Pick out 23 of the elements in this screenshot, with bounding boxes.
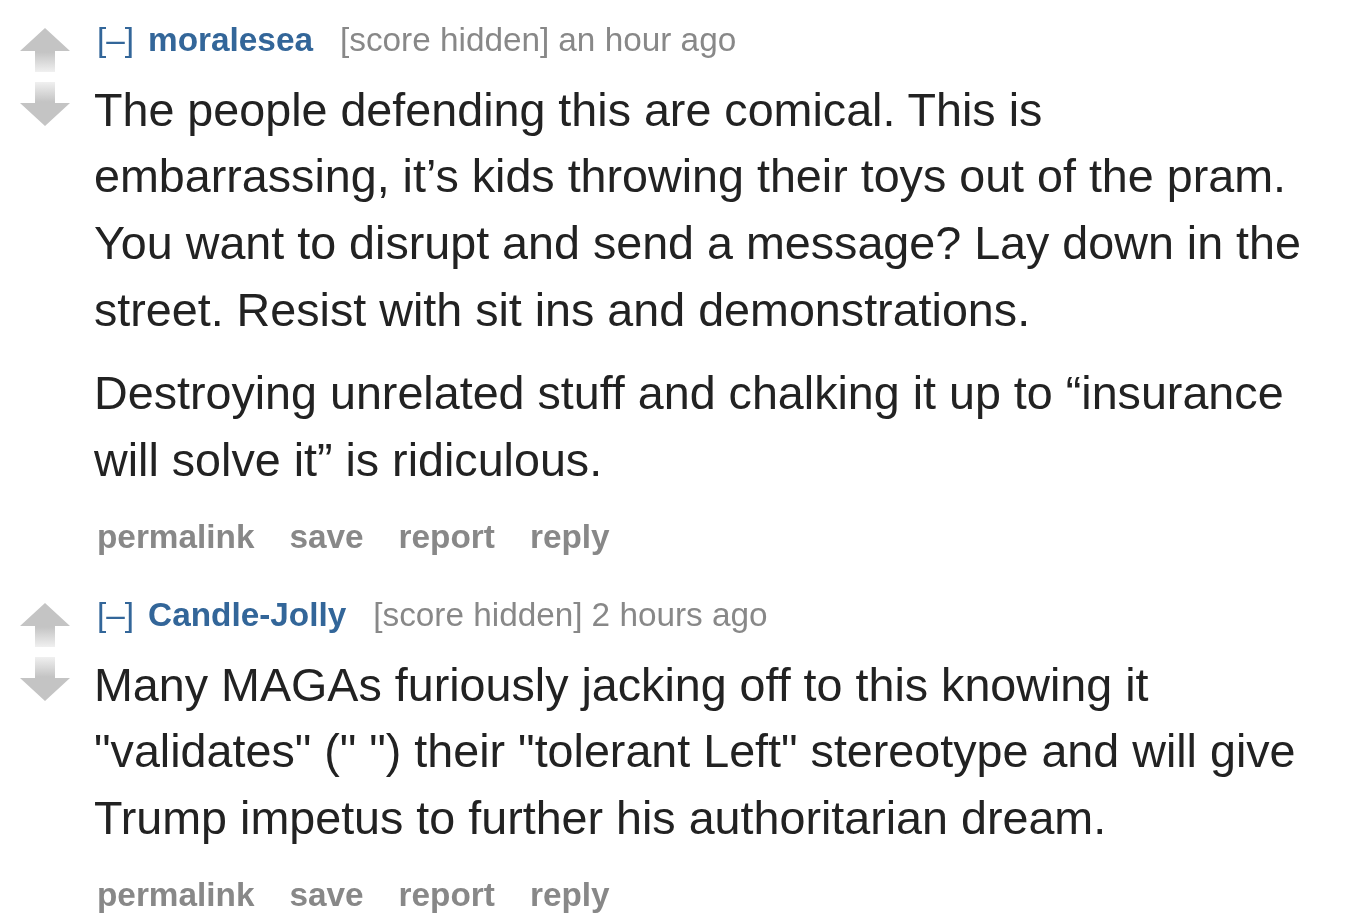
action-link[interactable]: reply <box>526 517 613 558</box>
action-link[interactable]: report <box>395 517 498 558</box>
timestamp: 2 hours ago <box>591 595 768 636</box>
comment-text: Many MAGAs furiously jacking off to this knowing it "validates" (" ") their "tolerant Left" stereotype and will give Trump impetus to further his authoritarian dream. <box>94 657 1297 847</box>
action-link[interactable]: save <box>286 517 367 558</box>
action-link[interactable]: permalink <box>94 517 258 558</box>
score-label: [score hidden] <box>339 20 550 60</box>
timestamp: an hour ago <box>558 20 737 60</box>
author-link[interactable]: moralesea <box>148 20 313 60</box>
upvote-arrow-icon[interactable] <box>20 28 70 72</box>
comment-text: The people defending this are comical. This is embarrassing, it’s kids throwing their toys out of the pram. You want to disrupt and send a message? Lay down in the street. Resist with sit ins and demonstrations. <box>94 82 1302 338</box>
score-label: [score hidden] <box>373 595 583 636</box>
action-link[interactable]: save <box>286 875 367 916</box>
action-link[interactable]: report <box>395 875 498 916</box>
action-link[interactable]: permalink <box>94 875 258 916</box>
comment-text: Destroying unrelated stuff and chalking it up to “insurance will solve it” is ridiculous. <box>94 366 1285 488</box>
action-link[interactable]: reply <box>526 875 613 916</box>
downvote-arrow-icon[interactable] <box>20 82 70 126</box>
downvote-arrow-icon[interactable] <box>20 657 70 702</box>
upvote-arrow-icon[interactable] <box>20 603 70 648</box>
collapse-toggle[interactable]: [–] <box>97 20 135 60</box>
author-link[interactable]: Candle-Jolly <box>148 595 347 636</box>
collapse-toggle[interactable]: [–] <box>97 595 135 636</box>
